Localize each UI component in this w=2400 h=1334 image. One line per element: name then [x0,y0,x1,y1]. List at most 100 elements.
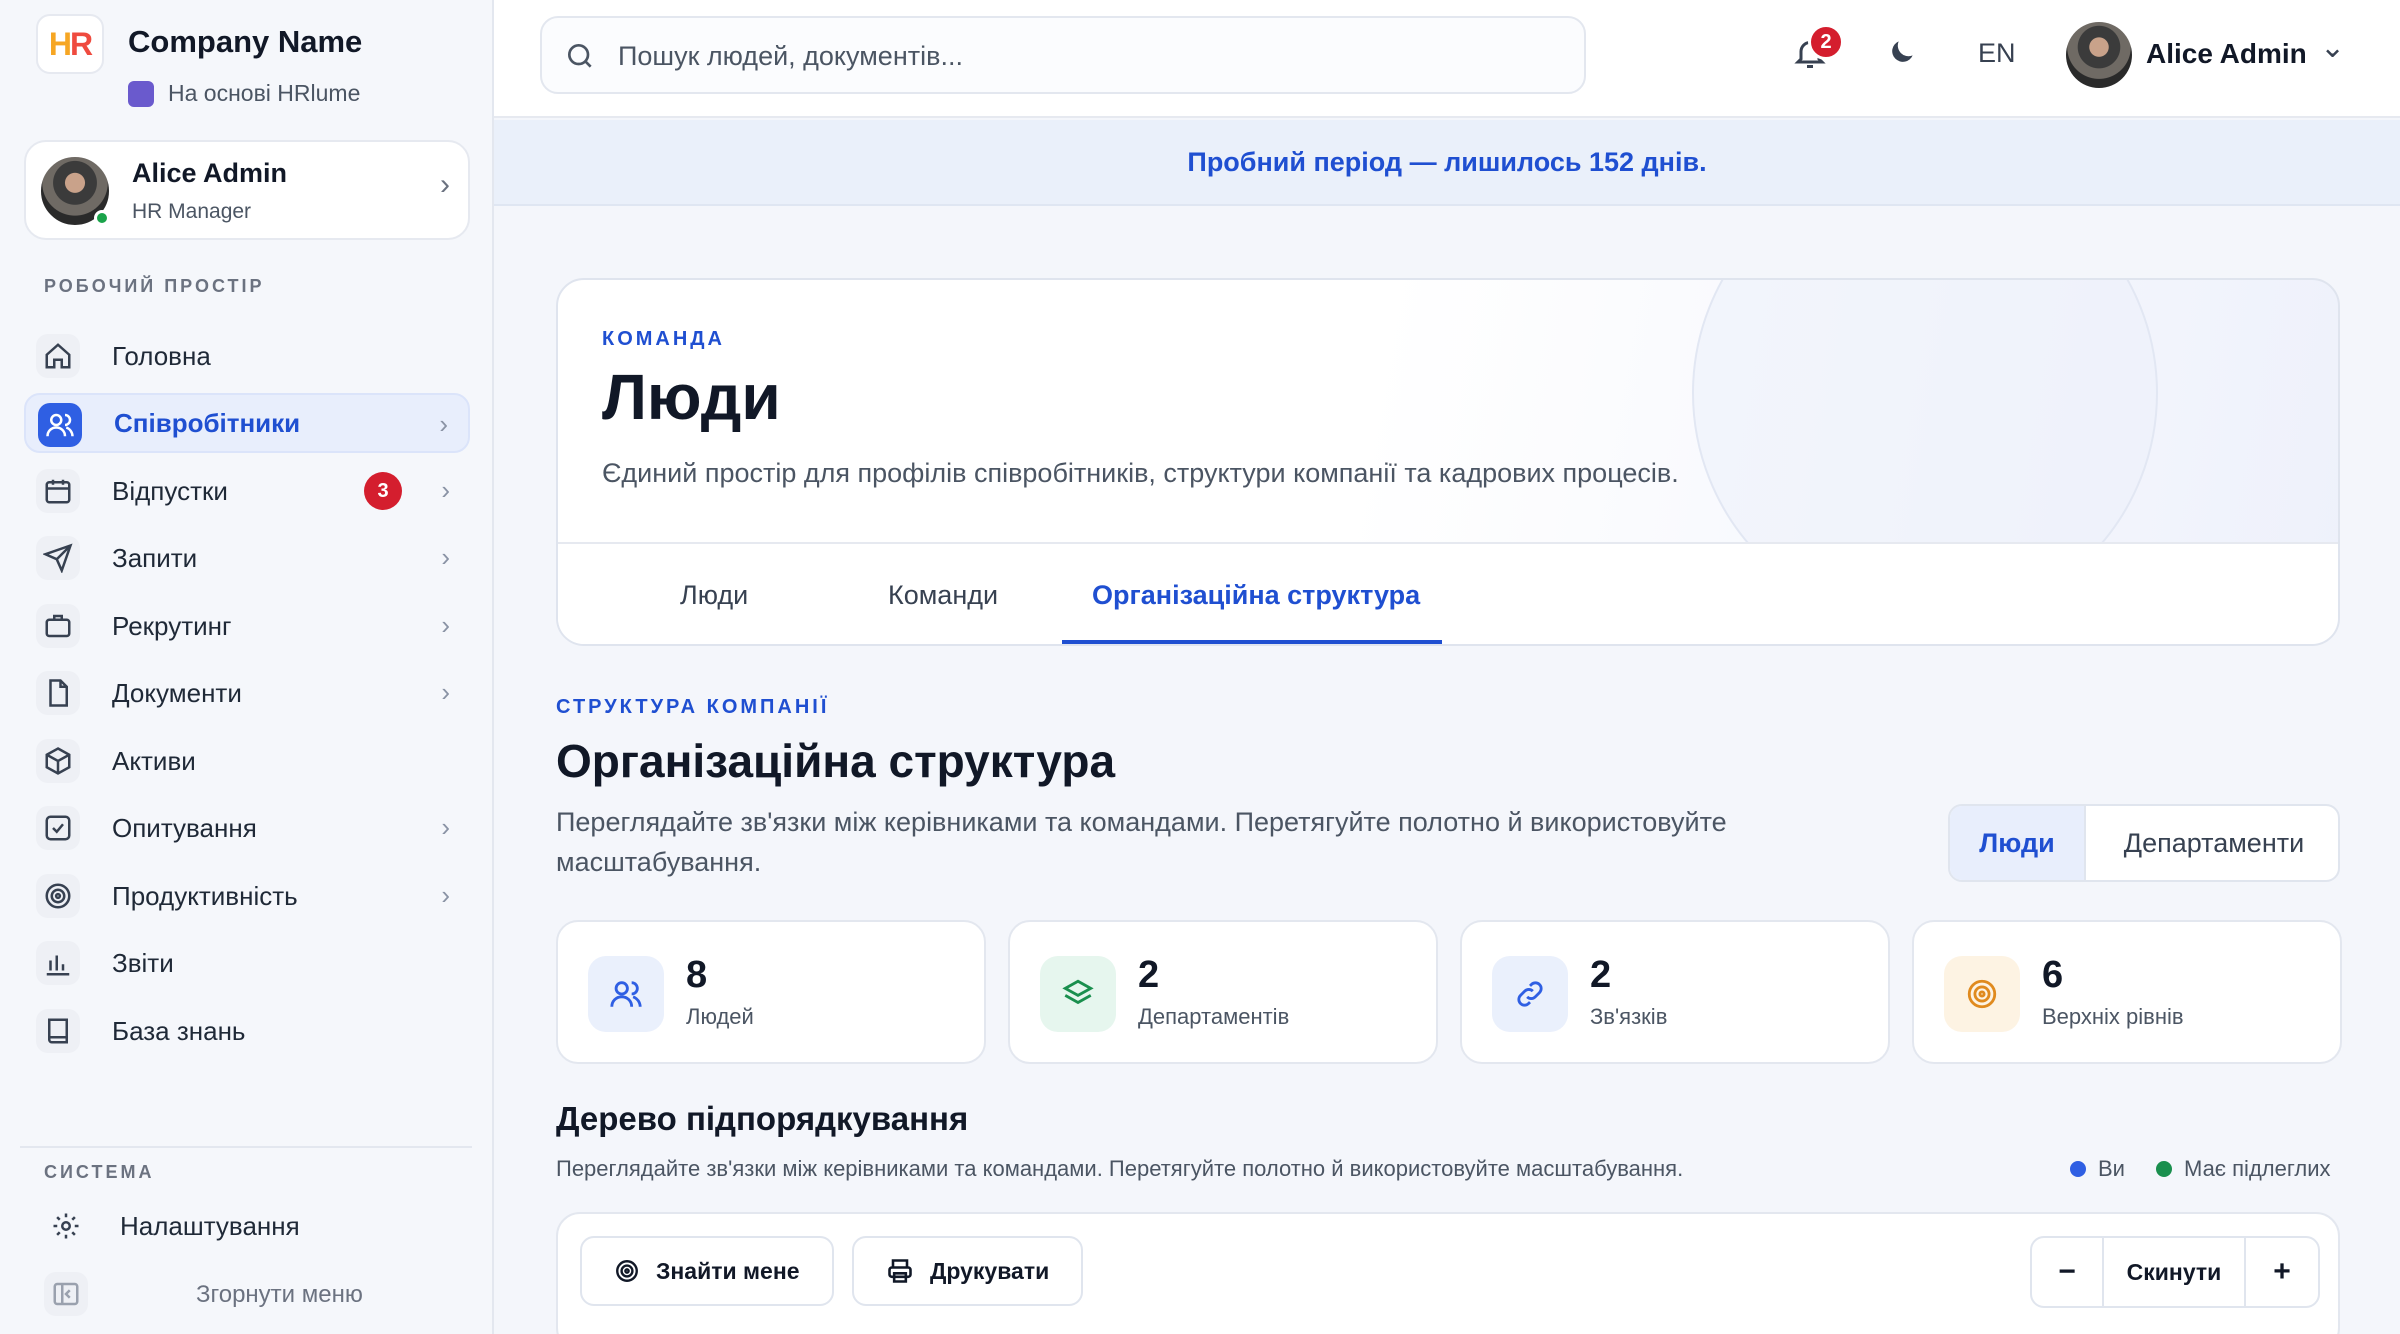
tab-teams[interactable]: Команди [888,544,998,644]
view-departments-button[interactable]: Департаменти [2088,806,2338,880]
document-icon [36,671,80,715]
sidebar: HR Company Name На основі HRlume Alice A… [0,0,494,1334]
target-icon [36,874,80,918]
company-name: Company Name [128,24,363,59]
chevron-down-icon[interactable]: ⌄ [2320,30,2345,65]
stat-value: 2 [1138,954,1160,996]
sidebar-item-leave[interactable]: Відпустки 3 › [24,461,470,521]
page-title: Люди [602,361,781,433]
brand-logo: HR [36,14,104,74]
print-label: Друкувати [930,1257,1050,1284]
stat-label: Людей [686,1004,754,1029]
powered-by-label: На основі HRlume [168,80,361,106]
sidebar-user-name: Alice Admin [132,158,288,188]
powered-by: На основі HRlume [128,80,360,107]
sidebar-item-label: Налаштування [120,1210,300,1241]
moon-icon [1892,41,1913,62]
print-button[interactable]: Друкувати [852,1236,1084,1306]
language-switch[interactable]: EN [1978,38,2016,69]
leave-count-badge: 3 [364,472,402,510]
topbar-avatar[interactable] [2066,22,2132,88]
stat-card-links: 2 Зв'язків [1460,920,1890,1064]
sidebar-item-label: Продуктивність [112,880,298,911]
view-people-button[interactable]: Люди [1950,806,2086,880]
stat-label: Департаментів [1138,1004,1290,1029]
find-me-button[interactable]: Знайти мене [580,1236,834,1306]
stat-card-people: 8 Людей [556,920,986,1064]
chevron-right-icon: › [441,812,450,842]
stat-card-top-levels: 6 Верхніх рівнів [1912,920,2342,1064]
sidebar-item-surveys[interactable]: Опитування › [24,798,470,858]
sidebar-item-home[interactable]: Головна [24,326,470,386]
link-icon [1492,956,1568,1032]
theme-toggle-button[interactable] [1886,36,1918,73]
tab-org-structure[interactable]: Організаційна структура [1092,544,1420,644]
sidebar-item-employees[interactable]: Співробітники › [24,393,470,453]
sidebar-user-card[interactable]: Alice Admin HR Manager › [24,140,470,240]
sidebar-item-label: Активи [112,745,196,776]
active-tab-indicator [1062,640,1442,644]
sidebar-item-settings[interactable]: Налаштування [32,1196,478,1256]
sidebar-item-knowledge-base[interactable]: База знань [24,1001,470,1061]
sidebar-item-requests[interactable]: Запити › [24,528,470,588]
sidebar-item-label: Співробітники [114,407,301,438]
search-box[interactable] [540,16,1586,94]
reset-zoom-button[interactable]: Скинути [2104,1238,2244,1306]
sidebar-item-label: База знань [112,1015,246,1046]
stat-value: 8 [686,954,708,996]
chevron-right-icon: › [439,409,448,439]
target-icon [1944,956,2020,1032]
send-icon [36,536,80,580]
zoom-out-button[interactable]: − [2032,1238,2102,1306]
legend-label: Ви [2098,1156,2125,1181]
sidebar-item-label: Відпустки [112,475,228,506]
find-me-label: Знайти мене [656,1257,800,1284]
checkbox-icon [36,806,80,850]
sidebar-collapse-icon [44,1272,88,1316]
org-chart-canvas[interactable]: Знайти мене Друкувати − Скинути + [556,1212,2340,1334]
org-title: Організаційна структура [556,735,1116,787]
legend-dot-icon [2156,1161,2172,1177]
brand[interactable]: HR [36,14,104,74]
sidebar-item-label: Опитування [112,812,257,843]
home-icon [36,334,80,378]
sidebar-item-label: Звіти [112,947,174,978]
sidebar-item-documents[interactable]: Документи › [24,663,470,723]
view-toggle: Люди Департаменти [1948,804,2340,882]
notifications-count-badge: 2 [1808,24,1844,60]
people-hero-card: КОМАНДА Люди Єдиний простір для профілів… [556,278,2340,646]
bar-chart-icon [36,941,80,985]
sidebar-item-label: Головна [112,340,211,371]
collapse-menu-label: Згорнути меню [196,1281,363,1308]
topbar-user-name[interactable]: Alice Admin [2146,38,2307,70]
legend-has-reports: Має підлеглих [2156,1156,2331,1182]
zoom-in-button[interactable]: + [2246,1238,2318,1306]
chevron-right-icon: › [441,880,450,910]
calendar-icon [36,469,80,513]
chevron-right-icon: › [441,677,450,707]
sidebar-item-assets[interactable]: Активи [24,731,470,791]
zoom-controls: − Скинути + [2030,1236,2320,1308]
online-status-icon [94,210,110,226]
topbar: 2 EN Alice Admin ⌄ [494,0,2400,118]
sidebar-item-recruiting[interactable]: Рекрутинг › [24,596,470,656]
briefcase-icon [36,604,80,648]
search-icon [564,40,596,77]
tree-title: Дерево підпорядкування [556,1100,969,1137]
tab-people[interactable]: Люди [680,544,748,644]
sidebar-item-label: Рекрутинг [112,610,232,641]
sidebar-item-performance[interactable]: Продуктивність › [24,866,470,926]
gear-icon [44,1204,88,1248]
sidebar-item-label: Запити [112,542,198,573]
chevron-right-icon: › [441,610,450,640]
chevron-right-icon: › [441,475,450,505]
search-input[interactable] [618,36,1558,76]
users-icon [38,403,82,447]
chevron-right-icon: › [440,168,450,201]
printer-icon [888,1259,912,1283]
org-eyebrow: СТРУКТУРА КОМПАНІЇ [556,696,830,718]
legend-you: Ви [2070,1156,2125,1182]
section-tabs: Люди Команди Організаційна структура [558,542,2338,644]
sidebar-item-reports[interactable]: Звіти [24,933,470,993]
sidebar-item-label: Документи [112,677,242,708]
